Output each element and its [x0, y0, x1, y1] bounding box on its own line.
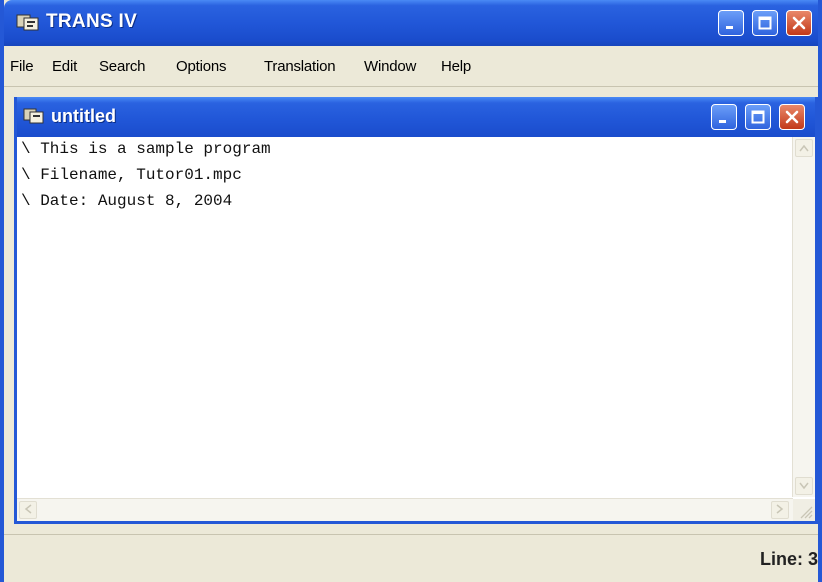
minimize-icon	[717, 110, 731, 124]
minimize-button[interactable]	[718, 10, 744, 36]
document-titlebar[interactable]: untitled	[17, 97, 815, 137]
close-icon	[785, 110, 799, 124]
trans-app-icon	[16, 12, 40, 32]
status-bar: Line: 3	[4, 534, 818, 582]
chevron-down-icon	[799, 477, 809, 495]
app-title: TRANS IV	[46, 11, 138, 32]
doc-close-button[interactable]	[779, 104, 805, 130]
code-line-2: \ Filename, Tutor01.mpc	[21, 166, 242, 184]
doc-maximize-button[interactable]	[745, 104, 771, 130]
close-icon	[792, 16, 806, 30]
menu-help[interactable]: Help	[441, 58, 471, 75]
menu-file[interactable]: File	[10, 58, 34, 75]
minimize-icon	[724, 16, 738, 30]
document-title: untitled	[51, 106, 116, 126]
menu-search[interactable]: Search	[99, 58, 146, 75]
resize-grip-icon	[793, 506, 815, 521]
menu-translation[interactable]: Translation	[264, 58, 336, 75]
code-line-1: \ This is a sample program	[21, 140, 271, 158]
code-line-3: \ Date: August 8, 2004	[21, 192, 233, 210]
document-window: untitled \ This is a sample program \ Fi…	[14, 97, 818, 524]
menu-bar: File Edit Search Options Translation Win…	[4, 46, 818, 87]
scroll-up-button[interactable]	[795, 139, 813, 157]
size-grip[interactable]	[793, 499, 815, 521]
vertical-scrollbar[interactable]	[792, 137, 815, 497]
maximize-button[interactable]	[752, 10, 778, 36]
horizontal-scrollbar[interactable]	[17, 498, 793, 521]
menu-options[interactable]: Options	[176, 58, 226, 75]
chevron-up-icon	[799, 139, 809, 157]
chevron-right-icon	[776, 501, 784, 519]
app-window: TRANS IV File Edit Search Options Transl…	[0, 0, 822, 582]
scroll-left-button[interactable]	[19, 501, 37, 519]
doc-minimize-button[interactable]	[711, 104, 737, 130]
scroll-right-button[interactable]	[771, 501, 789, 519]
code-editor[interactable]: \ This is a sample program \ Filename, T…	[17, 137, 793, 497]
chevron-left-icon	[24, 501, 32, 519]
line-indicator: Line: 3	[759, 549, 818, 569]
menu-window[interactable]: Window	[364, 58, 416, 75]
maximize-icon	[758, 16, 772, 30]
app-titlebar[interactable]: TRANS IV	[4, 0, 818, 46]
scroll-down-button[interactable]	[795, 477, 813, 495]
menu-edit[interactable]: Edit	[52, 58, 77, 75]
maximize-icon	[751, 110, 765, 124]
close-button[interactable]	[786, 10, 812, 36]
document-icon	[23, 107, 45, 125]
